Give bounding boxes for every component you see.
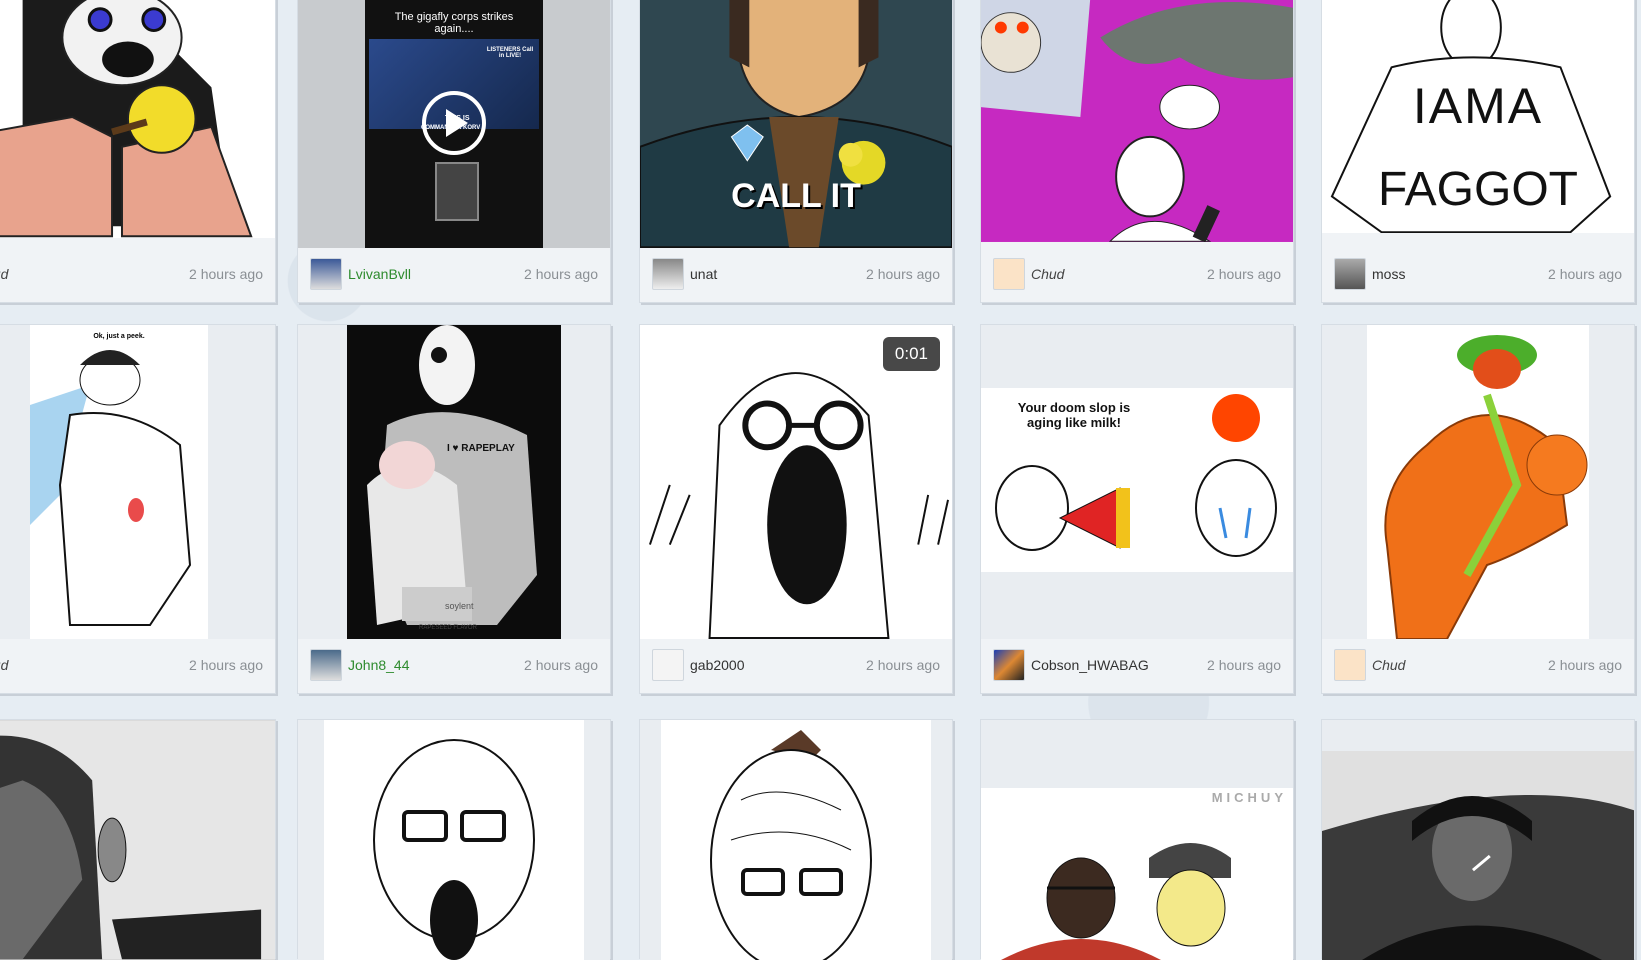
media-card[interactable]: IAMA FAGGOT moss 2 hours ago: [1321, 0, 1635, 303]
timestamp: 2 hours ago: [1548, 657, 1622, 673]
timestamp: 2 hours ago: [524, 657, 598, 673]
username-link[interactable]: Chud: [1372, 657, 1548, 673]
thumbnail[interactable]: [1322, 720, 1634, 960]
thumbnail[interactable]: CALL IT: [640, 0, 952, 248]
media-card[interactable]: CALL IT unat 2 hours ago: [639, 0, 953, 303]
shirt-text: IAMA: [1412, 78, 1544, 134]
username-link[interactable]: unat: [690, 266, 866, 282]
card-meta: John8_44 2 hours ago: [298, 637, 610, 693]
meme-caption: CALL IT: [731, 177, 861, 215]
timestamp: 2 hours ago: [1207, 657, 1281, 673]
card-meta: unat 2 hours ago: [640, 246, 952, 302]
avatar[interactable]: [1334, 649, 1366, 681]
thumbnail[interactable]: Ok, just a peek.: [0, 325, 275, 639]
media-card[interactable]: Your doom slop is aging like milk! Cobso…: [980, 324, 1294, 694]
media-card[interactable]: Chud 2 hours ago: [1321, 324, 1635, 694]
media-card[interactable]: Chud 2 hours ago: [980, 0, 1294, 303]
username-link[interactable]: gab2000: [690, 657, 866, 673]
play-icon[interactable]: [422, 90, 486, 155]
thumbnail[interactable]: MICHUY: [981, 720, 1293, 960]
media-card[interactable]: Chud 2 hours ago: [0, 0, 276, 303]
avatar[interactable]: [652, 649, 684, 681]
thumbnail[interactable]: [640, 720, 952, 960]
avatar[interactable]: [993, 258, 1025, 290]
media-card[interactable]: [0, 719, 276, 960]
thumbnail[interactable]: [981, 0, 1293, 242]
card-meta: moss 2 hours ago: [1322, 246, 1634, 302]
avatar[interactable]: [652, 258, 684, 290]
username-link[interactable]: Cobson_HWABAG: [1031, 657, 1207, 673]
watermark-text: MICHUY: [1211, 790, 1287, 805]
card-meta: Chud 2 hours ago: [0, 246, 275, 302]
thumbnail[interactable]: The gigafly corps strikes again.... LIST…: [298, 0, 610, 248]
avatar[interactable]: [1334, 258, 1366, 290]
thumbnail[interactable]: I ♥ RAPEPLAY soylent RAPESEED FLAVOR: [298, 325, 610, 639]
media-card[interactable]: [1321, 719, 1635, 960]
media-card[interactable]: [639, 719, 953, 960]
timestamp: 2 hours ago: [524, 266, 598, 282]
media-card[interactable]: Ok, just a peek. Chud 2 hours ago: [0, 324, 276, 694]
timestamp: 2 hours ago: [189, 266, 263, 282]
username-link[interactable]: Chud: [1031, 266, 1207, 282]
shirt-text: I ♥ RAPEPLAY: [447, 443, 515, 454]
card-meta: gab2000 2 hours ago: [640, 637, 952, 693]
username-link[interactable]: moss: [1372, 266, 1548, 282]
shirt-text: FAGGOT: [1377, 163, 1578, 216]
avatar[interactable]: [310, 649, 342, 681]
thumbnail[interactable]: 0:01: [640, 325, 952, 639]
card-meta: Chud 2 hours ago: [981, 246, 1293, 302]
thumbnail[interactable]: Your doom slop is aging like milk!: [981, 325, 1293, 639]
thumbnail[interactable]: [1322, 325, 1634, 639]
timestamp: 2 hours ago: [866, 657, 940, 673]
avatar[interactable]: [310, 258, 342, 290]
timestamp: 2 hours ago: [189, 657, 263, 673]
thumbnail[interactable]: [0, 0, 275, 238]
video-caption: The gigafly corps strikes again....: [394, 11, 514, 35]
timestamp: 2 hours ago: [1548, 266, 1622, 282]
avatar[interactable]: [993, 649, 1025, 681]
thumbnail[interactable]: [0, 720, 275, 960]
thumbnail[interactable]: IAMA FAGGOT: [1322, 0, 1634, 233]
timestamp: 2 hours ago: [1207, 266, 1281, 282]
card-meta: Cobson_HWABAG 2 hours ago: [981, 637, 1293, 693]
overlay-listeners: LISTENERS Call in LIVE!: [486, 47, 534, 59]
media-card[interactable]: [297, 719, 611, 960]
comic-caption: Your doom slop is aging like milk!: [1017, 400, 1131, 430]
username-link[interactable]: John8_44: [348, 657, 524, 673]
username-link[interactable]: Chud: [0, 657, 189, 673]
media-grid: Chud 2 hours ago The gigafly corps strik…: [0, 0, 1641, 960]
media-card[interactable]: MICHUY: [980, 719, 1294, 960]
comic-caption: Ok, just a peek.: [93, 333, 145, 340]
thumbnail[interactable]: [298, 720, 610, 960]
duration-badge: 0:01: [882, 337, 940, 371]
media-card[interactable]: 0:01 gab2000 2 hours ago: [639, 324, 953, 694]
media-card[interactable]: I ♥ RAPEPLAY soylent RAPESEED FLAVOR Joh…: [297, 324, 611, 694]
username-link[interactable]: Chud: [0, 266, 189, 282]
username-link[interactable]: LvivanBvll: [348, 266, 524, 282]
card-meta: Chud 2 hours ago: [0, 637, 275, 693]
media-card[interactable]: The gigafly corps strikes again.... LIST…: [297, 0, 611, 303]
card-meta: Chud 2 hours ago: [1322, 637, 1634, 693]
card-meta: LvivanBvll 2 hours ago: [298, 246, 610, 302]
shirt-text: RAPESEED FLAVOR: [419, 625, 477, 631]
shirt-text: soylent: [445, 601, 474, 611]
timestamp: 2 hours ago: [866, 266, 940, 282]
